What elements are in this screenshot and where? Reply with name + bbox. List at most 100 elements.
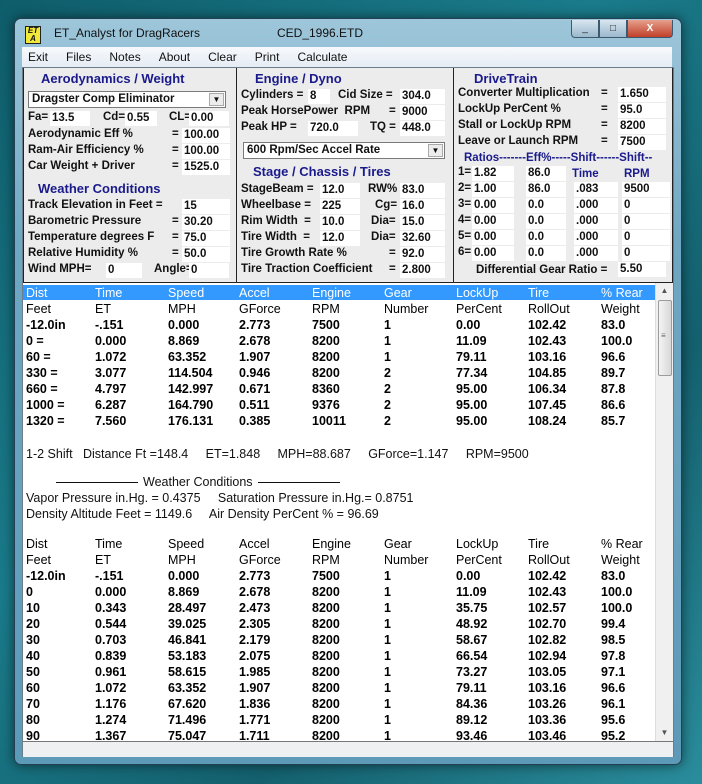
growth-input[interactable]: 92.0 xyxy=(400,247,445,262)
elevation-input[interactable]: 15 xyxy=(182,199,230,214)
humidity-input[interactable]: 50.0 xyxy=(182,247,230,262)
cd-input[interactable]: 0.55 xyxy=(125,111,157,126)
table-cell: 2.075 xyxy=(239,649,271,663)
gear-eff-input[interactable]: 86.0 xyxy=(526,182,566,197)
gear-ratio-input[interactable]: 1.00 xyxy=(472,182,514,197)
shift-rpm-input[interactable]: 0 xyxy=(622,246,670,261)
traction-input[interactable]: 2.800 xyxy=(400,263,445,278)
launch-input[interactable]: 7500 xyxy=(618,135,666,150)
stagebeam-input[interactable]: 12.0 xyxy=(320,183,360,198)
table-cell: 1.907 xyxy=(239,350,271,364)
vertical-scrollbar[interactable]: ▲ ≡ ▼ xyxy=(655,283,673,741)
chevron-down-icon[interactable]: ▼ xyxy=(428,144,443,157)
minimize-icon: _ xyxy=(582,23,588,34)
gear-label: 2= xyxy=(458,182,472,194)
scrollbar-thumb[interactable]: ≡ xyxy=(658,300,672,376)
tq-input[interactable]: 448.0 xyxy=(400,121,445,136)
converter-input[interactable]: 1.650 xyxy=(618,87,666,102)
gear-eff-input[interactable]: 0.0 xyxy=(526,214,566,229)
stall-input[interactable]: 8200 xyxy=(618,119,666,134)
table-cell: 96.6 xyxy=(601,681,626,695)
ram-air-input[interactable]: 100.00 xyxy=(182,144,230,159)
wind-input[interactable]: 0 xyxy=(106,263,142,278)
minimize-button[interactable]: _ xyxy=(571,20,599,38)
shift-rpm-input[interactable]: 0 xyxy=(622,214,670,229)
menu-clear[interactable]: Clear xyxy=(199,50,246,64)
menu-files[interactable]: Files xyxy=(57,50,100,64)
baro-input[interactable]: 30.20 xyxy=(182,215,230,230)
close-button[interactable]: X xyxy=(627,20,673,38)
accel-rate-select[interactable]: 600 Rpm/Sec Accel Rate ▼ xyxy=(243,142,445,159)
table-cell: 1 xyxy=(384,665,391,679)
baro-eq: = xyxy=(172,215,179,227)
shift-time-input[interactable]: .000 xyxy=(574,246,618,261)
tire-width-input[interactable]: 12.0 xyxy=(320,231,360,246)
scroll-down-icon[interactable]: ▼ xyxy=(656,725,673,741)
table-cell: 35.75 xyxy=(456,601,488,615)
table-row: 70 1.176 67.620 1.836 8200 1 84.36 103.26 96.1 xyxy=(23,696,655,712)
angle-input[interactable]: 0 xyxy=(189,263,229,278)
table-cell: 4.797 xyxy=(95,382,127,396)
shift-time-input[interactable]: .000 xyxy=(574,214,618,229)
accel-rate-value: 600 Rpm/Sec Accel Rate xyxy=(247,144,381,156)
rw-input[interactable]: 83.0 xyxy=(400,183,445,198)
table-cell: 83.0 xyxy=(601,569,626,583)
table-cell: Weight xyxy=(601,553,640,567)
temp-input[interactable]: 75.0 xyxy=(182,231,230,246)
table-row: 0 0.000 8.869 2.678 8200 1 11.09 102.43 100.0 xyxy=(23,584,655,600)
menu-about[interactable]: About xyxy=(150,50,199,64)
shift-rpm-input[interactable]: 0 xyxy=(622,198,670,213)
results-output[interactable]: Dist Time Speed Accel Engine Gear LockUp Tire % … xyxy=(23,282,673,757)
menu-exit[interactable]: Exit xyxy=(22,50,57,64)
menu-calculate[interactable]: Calculate xyxy=(288,50,356,64)
table-cell: 1.771 xyxy=(239,713,271,727)
gear-eff-input[interactable]: 0.0 xyxy=(526,198,566,213)
shift-rpm-input[interactable]: 0 xyxy=(622,230,670,245)
gear-eff-input[interactable]: 0.0 xyxy=(526,230,566,245)
weight-input[interactable]: 1525.0 xyxy=(182,160,230,175)
gear-eff-input[interactable]: 0.0 xyxy=(526,246,566,261)
rim-dia-input[interactable]: 15.0 xyxy=(400,215,445,230)
title-bar[interactable]: ET A ET_Analyst for DragRacers CED_1996.E… xyxy=(15,19,681,47)
close-icon: X xyxy=(646,23,654,34)
wheelbase-input[interactable]: 225 xyxy=(320,199,360,214)
tire-dia-input[interactable]: 32.60 xyxy=(400,231,445,246)
table-cell: 0.961 xyxy=(95,665,127,679)
vehicle-class-select[interactable]: Dragster Comp Eliminator ▼ xyxy=(28,91,226,108)
cid-input[interactable]: 304.0 xyxy=(400,89,445,104)
fa-input[interactable]: 13.5 xyxy=(50,111,90,126)
shift-time-input[interactable]: .083 xyxy=(574,182,618,197)
table-cell: 103.16 xyxy=(528,350,567,364)
hp-rpm-input[interactable]: 9000 xyxy=(400,105,445,120)
gear-ratio-input[interactable]: 0.00 xyxy=(472,230,514,245)
cg-input[interactable]: 16.0 xyxy=(400,199,445,214)
shift-time-input[interactable]: .000 xyxy=(574,230,618,245)
maximize-button[interactable]: □ xyxy=(599,20,627,38)
menu-print[interactable]: Print xyxy=(246,50,289,64)
density-altitude-line: Density Altitude Feet = 1149.6 Air Densi… xyxy=(26,507,379,521)
table-cell: -.151 xyxy=(95,569,124,583)
table-row: 40 0.839 53.183 2.075 8200 1 66.54 102.94 97.8 xyxy=(23,648,655,664)
aero-eff-input[interactable]: 100.00 xyxy=(182,128,230,143)
table-cell: 98.5 xyxy=(601,633,626,647)
chevron-down-icon[interactable]: ▼ xyxy=(209,93,224,106)
shift-time-input[interactable]: .000 xyxy=(574,198,618,213)
table-cell: LockUp xyxy=(456,286,499,300)
lockup-input[interactable]: 95.0 xyxy=(618,103,666,118)
diff-ratio-input[interactable]: 5.50 xyxy=(618,262,666,277)
menu-notes[interactable]: Notes xyxy=(100,50,149,64)
peak-hp-input[interactable]: 720.0 xyxy=(308,121,358,136)
gear-ratio-input[interactable]: 0.00 xyxy=(472,246,514,261)
gear-eff-input[interactable]: 86.0 xyxy=(526,166,566,181)
cylinders-input[interactable]: 8 xyxy=(308,89,330,104)
shift-rpm-input[interactable]: 9500 xyxy=(622,182,670,197)
gear-ratio-input[interactable]: 1.82 xyxy=(472,166,514,181)
cl-input[interactable]: 0.00 xyxy=(189,111,229,126)
gear-ratio-input[interactable]: 0.00 xyxy=(472,214,514,229)
scroll-up-icon[interactable]: ▲ xyxy=(656,283,673,299)
table-cell: 1 xyxy=(384,601,391,615)
cd-label: Cd= xyxy=(103,111,126,123)
humidity-label: Relative Humidity % xyxy=(28,247,138,259)
gear-ratio-input[interactable]: 0.00 xyxy=(472,198,514,213)
rim-width-input[interactable]: 10.0 xyxy=(320,215,360,230)
